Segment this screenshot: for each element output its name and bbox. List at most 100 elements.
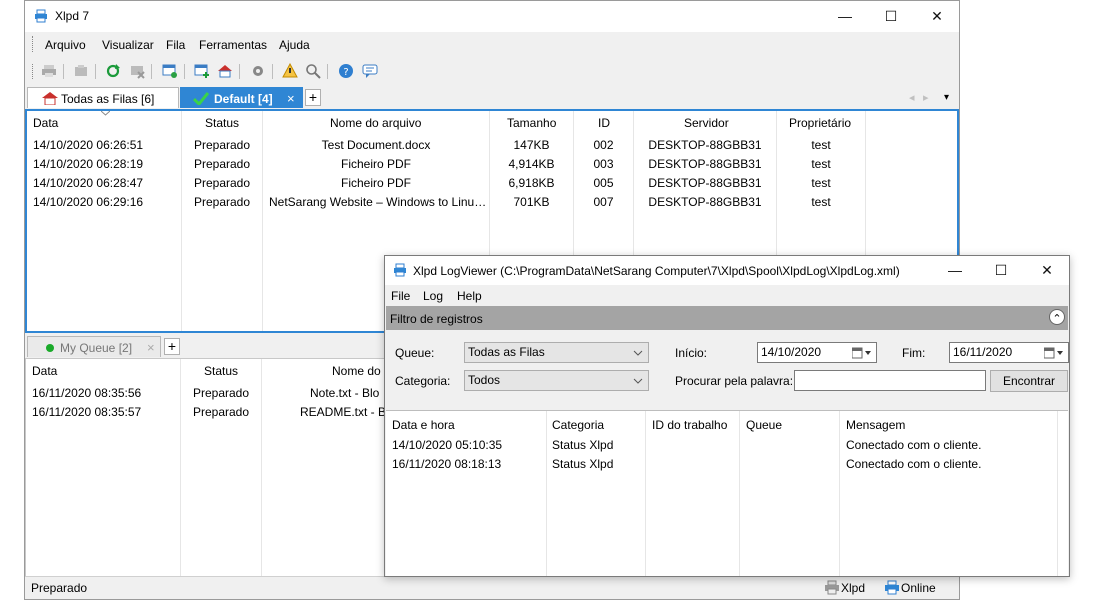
collapse-filter-icon[interactable]: ⌃	[1049, 309, 1065, 325]
cell-id: 005	[593, 176, 614, 190]
search-input[interactable]	[794, 370, 986, 391]
minimize-button[interactable]: —	[822, 1, 868, 32]
add-queue-icon[interactable]	[194, 63, 210, 79]
pause-icon[interactable]	[73, 63, 89, 79]
maximize-button[interactable]: ☐	[868, 1, 914, 32]
tab-prev-icon[interactable]: ◂	[909, 91, 915, 104]
menu-ferramentas[interactable]: Ferramentas	[199, 38, 267, 52]
home-queue-icon[interactable]	[217, 63, 233, 79]
table-row[interactable]: 14/10/2020 06:26:51 Preparado Test Docum…	[27, 138, 957, 157]
tab-my-queue[interactable]: My Queue [2] ×	[27, 336, 161, 357]
main-menubar: Arquivo Visualizar Fila Ferramentas Ajud…	[25, 32, 959, 56]
check-icon	[193, 92, 209, 105]
cell-size: 6,918KB	[508, 176, 555, 190]
close-button[interactable]: ✕	[914, 1, 960, 32]
search-icon[interactable]	[305, 63, 321, 79]
find-button[interactable]: Encontrar	[990, 370, 1068, 392]
cell-filename: Ficheiro PDF	[340, 176, 411, 190]
col-proprietario[interactable]: Proprietário	[789, 116, 851, 130]
log-minimize-button[interactable]: —	[932, 256, 978, 285]
menu-help[interactable]: Help	[457, 289, 482, 303]
svg-text:?: ?	[343, 67, 348, 78]
cell-size: 147KB	[513, 138, 550, 152]
feedback-icon[interactable]	[362, 63, 378, 79]
cell-filename: Ficheiro PDF	[340, 157, 411, 171]
col-nome-do-arquivo[interactable]: Nome do arquivo	[330, 116, 421, 130]
gear-icon[interactable]	[250, 63, 266, 79]
refresh-icon[interactable]	[105, 63, 121, 79]
table-row[interactable]: 14/10/2020 06:29:16 Preparado NetSarang …	[27, 195, 957, 214]
col-status[interactable]: Status	[205, 116, 239, 130]
log-viewer-icon[interactable]	[282, 63, 298, 79]
end-date-label: Fim:	[902, 346, 926, 360]
calendar-icon	[852, 347, 871, 359]
table-row[interactable]: 14/10/2020 06:28:19 Preparado Ficheiro P…	[27, 157, 957, 176]
col-data[interactable]: Data	[32, 364, 57, 378]
table-row[interactable]: 14/10/2020 05:10:35 Status Xlpd Conectad…	[386, 438, 1056, 457]
printer-icon	[394, 263, 406, 277]
cell-server: DESKTOP-88GBB31	[648, 195, 762, 209]
tab-close-icon[interactable]: ×	[147, 340, 155, 355]
col-mensagem[interactable]: Mensagem	[846, 418, 905, 432]
menu-log[interactable]: Log	[423, 289, 443, 303]
col-nome-do-arquivo[interactable]: Nome do	[332, 364, 381, 378]
tab-label: Todas as Filas [6]	[61, 92, 155, 106]
table-row[interactable]: 14/10/2020 06:28:47 Preparado Ficheiro P…	[27, 176, 957, 195]
col-categoria[interactable]: Categoria	[552, 418, 604, 432]
category-select-value: Todos	[468, 373, 501, 387]
tab-label: My Queue [2]	[60, 341, 133, 355]
job-list-header: Data Status Nome do arquivo Tamanho ID S…	[27, 111, 957, 133]
add-tab-button[interactable]: +	[305, 89, 321, 106]
col-servidor[interactable]: Servidor	[684, 116, 729, 130]
cell-status: Preparado	[193, 195, 251, 209]
delete-job-icon[interactable]	[129, 63, 145, 79]
category-select[interactable]: Todos	[464, 370, 649, 391]
cell-filename: Note.txt - Blo	[310, 386, 380, 400]
cell-status: Preparado	[192, 386, 250, 400]
col-data-e-hora[interactable]: Data e hora	[392, 418, 455, 432]
queue-select[interactable]: Todas as Filas	[464, 342, 649, 363]
log-title: Xlpd LogViewer (C:\ProgramData\NetSarang…	[413, 264, 900, 278]
cell-datetime: 14/10/2020 05:10:35	[392, 438, 503, 452]
queue-settings-icon[interactable]	[162, 63, 178, 79]
menu-ajuda[interactable]: Ajuda	[279, 38, 310, 52]
log-titlebar[interactable]: Xlpd LogViewer (C:\ProgramData\NetSarang…	[385, 256, 1069, 285]
help-icon[interactable]: ?	[338, 63, 354, 79]
log-maximize-button[interactable]: ☐	[978, 256, 1024, 285]
col-tamanho[interactable]: Tamanho	[507, 116, 556, 130]
print-icon[interactable]	[41, 63, 57, 79]
cell-data: 14/10/2020 06:26:51	[33, 138, 144, 152]
start-date-picker[interactable]: 14/10/2020	[757, 342, 877, 363]
menu-arquivo[interactable]: Arquivo	[45, 38, 86, 52]
cell-owner: test	[811, 195, 831, 209]
menu-fila[interactable]: Fila	[166, 38, 185, 52]
col-data[interactable]: Data	[33, 116, 58, 130]
status-text: Preparado	[31, 581, 88, 595]
col-queue[interactable]: Queue	[746, 418, 782, 432]
col-id-do-trabalho[interactable]: ID do trabalho	[652, 418, 727, 432]
end-date-picker[interactable]: 16/11/2020	[949, 342, 1069, 363]
cell-id: 002	[593, 138, 614, 152]
filter-header-label: Filtro de registros	[390, 312, 483, 326]
main-titlebar[interactable]: Xlpd 7 — ☐ ✕	[25, 1, 959, 32]
menu-file[interactable]: File	[391, 289, 410, 303]
tab-menu-icon[interactable]: ▾	[944, 92, 949, 103]
cell-status: Preparado	[193, 176, 251, 190]
tab-close-icon[interactable]: ×	[287, 91, 295, 106]
add-queue-tab-button[interactable]: +	[164, 338, 180, 355]
search-label: Procurar pela palavra:	[675, 374, 794, 388]
cell-category: Status Xlpd	[552, 438, 614, 452]
tab-todas-as-filas[interactable]: Todas as Filas [6]	[27, 87, 179, 108]
tab-default[interactable]: Default [4] ×	[180, 87, 303, 108]
cell-owner: test	[811, 157, 831, 171]
cell-data: 14/10/2020 06:28:19	[33, 157, 144, 171]
cell-owner: test	[811, 176, 831, 190]
col-status[interactable]: Status	[204, 364, 238, 378]
cell-filename: NetSarang Website – Windows to Linu…	[269, 195, 487, 209]
tab-next-icon[interactable]: ▸	[923, 91, 929, 104]
menu-visualizar[interactable]: Visualizar	[102, 38, 154, 52]
col-id[interactable]: ID	[598, 116, 610, 130]
log-close-button[interactable]: ✕	[1024, 256, 1070, 285]
table-row[interactable]: 16/11/2020 08:18:13 Status Xlpd Conectad…	[386, 457, 1056, 476]
filter-header: Filtro de registros ⌃	[386, 306, 1068, 330]
